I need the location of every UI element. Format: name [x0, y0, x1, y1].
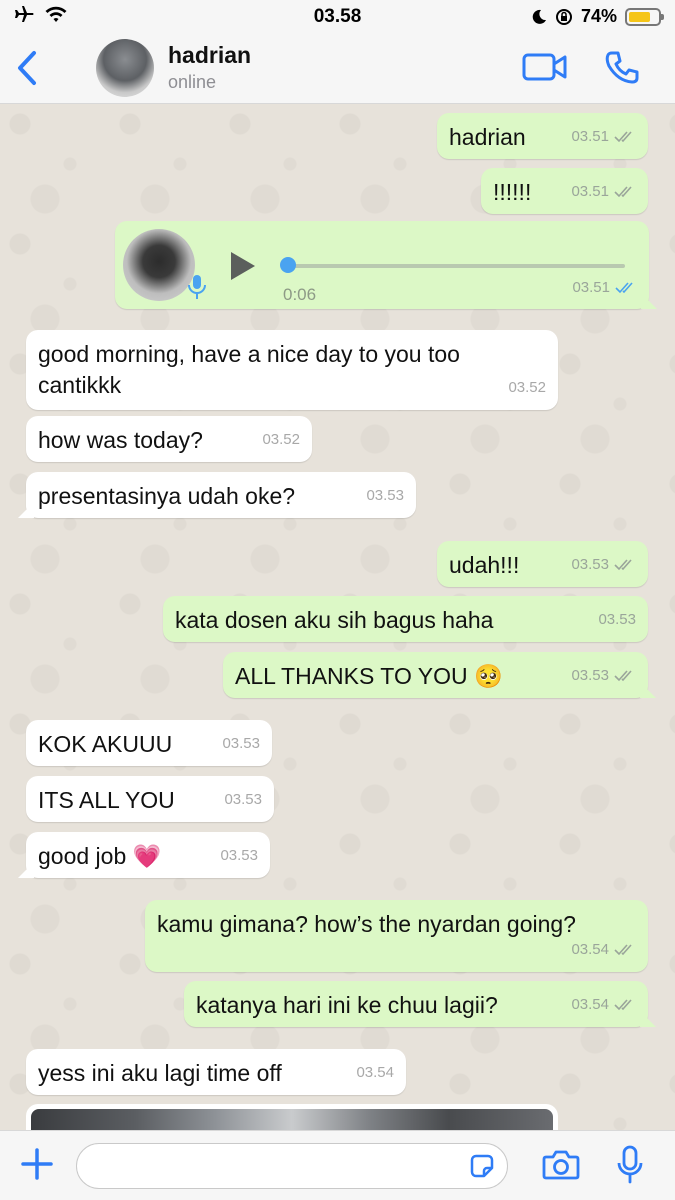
back-chevron-icon[interactable]	[16, 50, 38, 86]
message-bubble-in[interactable]: how was today? 03.52	[26, 416, 312, 462]
status-bar: 03.58 74%	[0, 0, 675, 34]
message-meta: 03.51	[571, 176, 636, 207]
message-time: 03.52	[508, 379, 546, 396]
voice-duration: 0:06	[283, 285, 317, 304]
message-text: good morning, have a nice day to you too…	[38, 341, 460, 398]
message-text: hadrian	[449, 124, 526, 150]
contact-avatar[interactable]	[96, 39, 154, 97]
message-meta: 03.54	[356, 1057, 394, 1088]
phone-call-icon[interactable]	[604, 50, 640, 86]
message-text: presentasinya udah oke?	[38, 483, 296, 509]
message-bubble-in[interactable]: good job 💗 03.53	[26, 832, 270, 878]
message-bubble-in[interactable]: yess ini aku lagi time off 03.54	[26, 1049, 406, 1095]
double-tick-icon	[614, 185, 632, 197]
image-message-bubble[interactable]	[26, 1104, 558, 1130]
message-meta: 03.53	[220, 840, 258, 871]
sticker-icon[interactable]	[468, 1152, 496, 1180]
microphone-icon[interactable]	[616, 1145, 644, 1185]
voice-progress-track[interactable]	[285, 264, 625, 268]
message-bubble-out[interactable]: kata dosen aku sih bagus haha 03.53	[163, 596, 648, 642]
message-bubble-out[interactable]: udah!!! 03.53	[437, 541, 648, 587]
battery-fill	[629, 11, 650, 22]
message-text: udah!!!	[449, 552, 520, 578]
message-text: KOK AKUUU	[38, 731, 173, 757]
message-meta: 03.52	[508, 372, 546, 403]
message-bubble-out[interactable]: !!!!!! 03.51	[481, 168, 648, 214]
message-time: 03.53	[224, 791, 262, 808]
microphone-icon	[188, 275, 206, 299]
moon-icon	[532, 9, 546, 24]
double-tick-icon	[614, 998, 632, 1010]
battery-percent: 74%	[580, 6, 617, 26]
message-text: !!!!!!	[493, 179, 532, 205]
message-time: 03.51	[572, 279, 610, 296]
message-text: how was today?	[38, 427, 203, 453]
message-bubble-out[interactable]: katanya hari ini ke chuu lagii? 03.54	[184, 981, 648, 1027]
message-time: 03.53	[571, 667, 609, 684]
double-tick-icon	[614, 943, 632, 955]
message-photo[interactable]	[31, 1109, 553, 1130]
message-meta: 03.53	[571, 660, 636, 691]
message-bubble-out[interactable]: kamu gimana? how’s the nyardan going? 03…	[145, 900, 648, 972]
message-text: yess ini aku lagi time off	[38, 1060, 282, 1086]
message-bubble-in[interactable]: good morning, have a nice day to you too…	[26, 330, 558, 410]
message-time: 03.51	[571, 183, 609, 200]
message-meta: 03.51	[571, 121, 636, 152]
message-meta: 03.52	[262, 424, 300, 455]
message-bubble-out[interactable]: ALL THANKS TO YOU 🥺 03.53	[223, 652, 648, 698]
message-text: good job 💗	[38, 843, 162, 869]
message-input[interactable]	[76, 1143, 508, 1189]
double-tick-blue-icon	[615, 281, 633, 293]
message-meta: 03.53	[222, 728, 260, 759]
voice-progress-knob[interactable]	[280, 257, 296, 273]
contact-name[interactable]: hadrian	[168, 42, 251, 69]
message-text: kata dosen aku sih bagus haha	[175, 607, 494, 633]
message-time: 03.54	[571, 996, 609, 1013]
message-meta: 03.51	[572, 272, 637, 303]
message-time: 03.54	[356, 1064, 394, 1081]
message-time: 03.53	[220, 847, 258, 864]
status-right-icons: 74%	[531, 6, 664, 27]
message-meta: 03.53	[366, 480, 404, 511]
message-meta: 03.53	[224, 784, 262, 815]
battery-icon	[625, 7, 664, 26]
message-meta: 03.53	[571, 549, 636, 580]
double-tick-icon	[614, 130, 632, 142]
message-text: ALL THANKS TO YOU 🥺	[235, 663, 503, 689]
composer-bar	[0, 1130, 675, 1200]
video-call-icon[interactable]	[522, 52, 568, 82]
chat-header: hadrian online	[0, 34, 675, 104]
message-meta: 03.53	[598, 604, 636, 635]
message-text: kamu gimana? how’s the nyardan going?	[157, 911, 576, 937]
play-icon[interactable]	[227, 249, 259, 283]
double-tick-icon	[614, 669, 632, 681]
message-meta: 03.54	[571, 989, 636, 1020]
orientation-lock-icon	[555, 8, 572, 25]
message-time: 03.51	[571, 128, 609, 145]
plus-icon[interactable]	[20, 1147, 54, 1181]
message-bubble-in[interactable]: ITS ALL YOU 03.53	[26, 776, 274, 822]
double-tick-icon	[614, 558, 632, 570]
message-time: 03.52	[262, 431, 300, 448]
message-time: 03.53	[366, 487, 404, 504]
message-bubble-in[interactable]: presentasinya udah oke? 03.53	[26, 472, 416, 518]
message-time: 03.53	[571, 556, 609, 573]
message-time: 03.54	[571, 941, 609, 958]
message-bubble-in[interactable]: KOK AKUUU 03.53	[26, 720, 272, 766]
message-time: 03.53	[222, 735, 260, 752]
message-bubble-out[interactable]: hadrian 03.51	[437, 113, 648, 159]
voice-message-bubble[interactable]: 0:06 03.51	[115, 221, 649, 309]
chat-area[interactable]: hadrian 03.51 !!!!!! 03.51 0:06 03.51 go…	[0, 104, 675, 1130]
message-text: ITS ALL YOU	[38, 787, 175, 813]
message-time: 03.53	[598, 611, 636, 628]
camera-icon[interactable]	[542, 1149, 580, 1181]
message-text: katanya hari ini ke chuu lagii?	[196, 992, 498, 1018]
message-meta: 03.54	[571, 934, 636, 965]
contact-status: online	[168, 72, 217, 92]
